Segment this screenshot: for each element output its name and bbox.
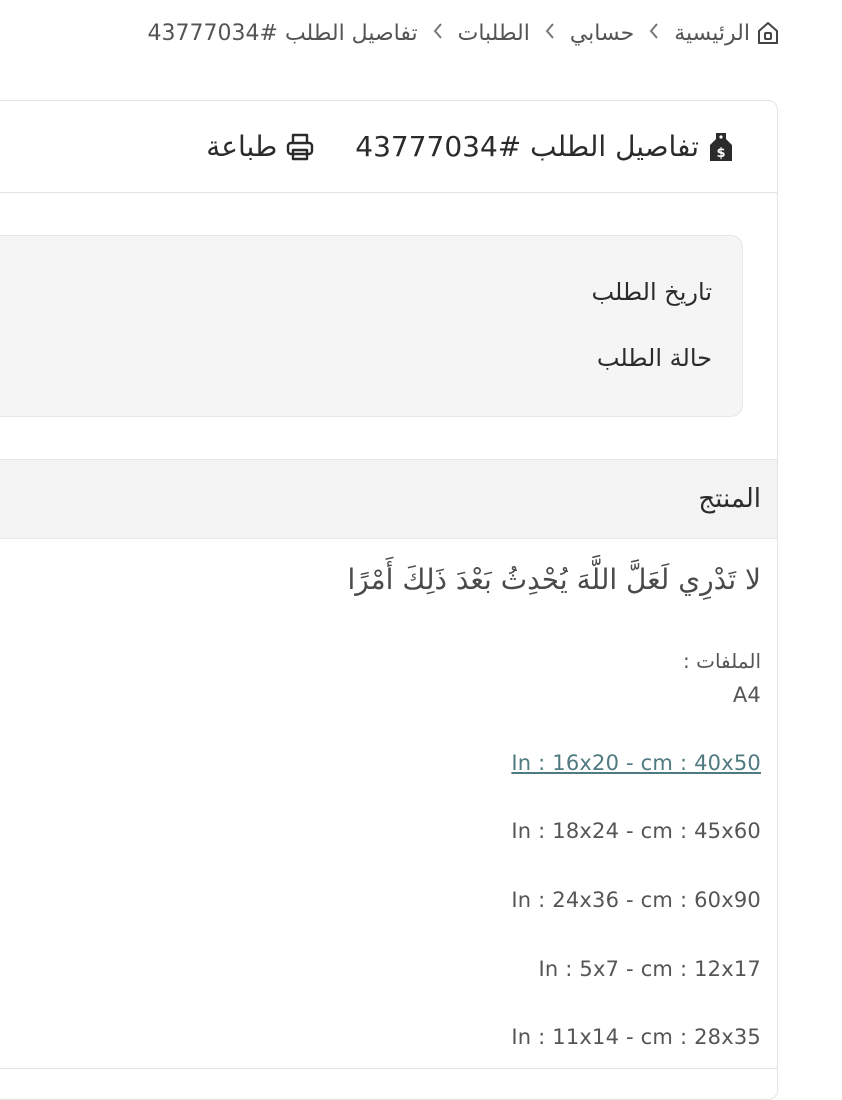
chevron-left-icon bbox=[432, 21, 444, 45]
file-size-item: In : 11x14 - cm : 28x35 bbox=[511, 1025, 761, 1049]
file-size-link[interactable]: In : 16x20 - cm : 40x50 bbox=[511, 751, 761, 775]
file-size-item: In : 18x24 - cm : 45x60 bbox=[511, 819, 761, 843]
order-info-panel: تاريخ الطلب حالة الطلب bbox=[0, 235, 743, 417]
order-details-card: $ تفاصيل الطلب #43777034 طباعة تاريخ الط… bbox=[0, 100, 778, 1100]
breadcrumb-home[interactable]: الرئيسية bbox=[674, 20, 780, 46]
product-name: لا تَدْرِي لَعَلَّ اللَّهَ يُحْدِثُ بَعْ… bbox=[347, 563, 761, 596]
breadcrumb-home-label: الرئيسية bbox=[674, 20, 750, 46]
order-status-label: حالة الطلب bbox=[596, 344, 712, 372]
money-tag-icon: $ bbox=[709, 131, 733, 163]
print-label: طباعة bbox=[206, 130, 278, 163]
breadcrumb-account[interactable]: حسابي bbox=[570, 21, 634, 46]
files-label: الملفات : bbox=[683, 649, 761, 673]
order-date-label: تاريخ الطلب bbox=[591, 278, 712, 306]
breadcrumb: الرئيسية حسابي الطلبات تفاصيل الطلب #437… bbox=[148, 16, 780, 50]
file-size-item: A4 bbox=[732, 683, 761, 707]
order-header: $ تفاصيل الطلب #43777034 طباعة bbox=[0, 101, 777, 193]
file-size-item: In : 5x7 - cm : 12x17 bbox=[538, 957, 761, 981]
row-divider bbox=[0, 1068, 777, 1069]
chevron-left-icon bbox=[544, 21, 556, 45]
product-column-label: المنتج bbox=[698, 484, 761, 514]
breadcrumb-current: تفاصيل الطلب #43777034 bbox=[147, 20, 418, 46]
printer-icon bbox=[285, 132, 315, 162]
svg-text:$: $ bbox=[716, 146, 725, 161]
file-size-item: In : 24x36 - cm : 60x90 bbox=[511, 888, 761, 912]
product-column-header: المنتج bbox=[0, 459, 777, 539]
breadcrumb-orders[interactable]: الطلبات bbox=[458, 21, 530, 46]
chevron-left-icon bbox=[648, 21, 660, 45]
home-icon bbox=[756, 20, 780, 46]
print-button[interactable]: طباعة bbox=[206, 130, 315, 163]
order-title-text: تفاصيل الطلب #43777034 bbox=[355, 130, 699, 163]
order-title: $ تفاصيل الطلب #43777034 bbox=[355, 130, 733, 163]
